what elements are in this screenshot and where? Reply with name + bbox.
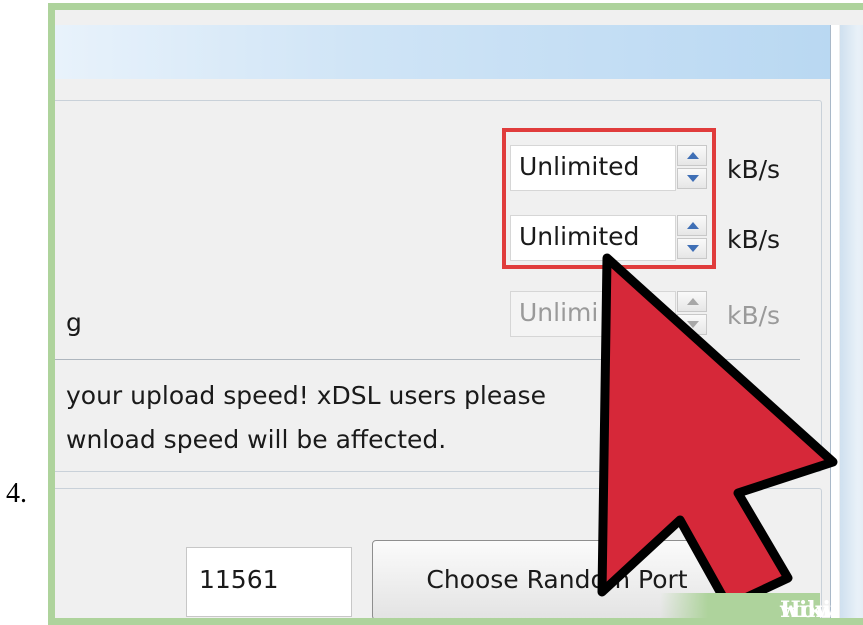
seeding-rate-spinner[interactable] <box>677 291 707 335</box>
seeding-rate-field[interactable]: Unlimi <box>510 291 676 337</box>
divider <box>55 359 800 360</box>
port-value: 11561 <box>199 565 279 594</box>
preferences-window: Unlimited kB/s Unlimited kB/s g Unlimi k… <box>55 10 863 618</box>
wikihow-watermark: wiki How <box>660 593 834 625</box>
download-rate-unit: kB/s <box>727 155 781 184</box>
window-scroll-edge <box>840 25 863 618</box>
seeding-rate-unit: kB/s <box>727 301 781 330</box>
window-border <box>830 25 839 618</box>
increment-button[interactable] <box>677 291 707 312</box>
warning-text-line-2: wnload speed will be affected. <box>66 425 447 454</box>
step-number: 4. <box>6 478 27 509</box>
upload-rate-unit: kB/s <box>727 225 781 254</box>
seeding-rate-value: Unlimi <box>519 298 599 327</box>
warning-text-line-1: your upload speed! xDSL users please <box>66 381 546 410</box>
port-input[interactable]: 11561 <box>186 547 352 617</box>
highlight-box <box>502 128 716 269</box>
arrow-up-icon <box>687 298 699 305</box>
decrement-button[interactable] <box>677 314 707 335</box>
screenshot-frame: Unlimited kB/s Unlimited kB/s g Unlimi k… <box>48 3 863 625</box>
arrow-down-icon <box>687 321 699 328</box>
window-titlebar <box>55 25 830 79</box>
seeding-rate-label: g <box>66 308 82 337</box>
